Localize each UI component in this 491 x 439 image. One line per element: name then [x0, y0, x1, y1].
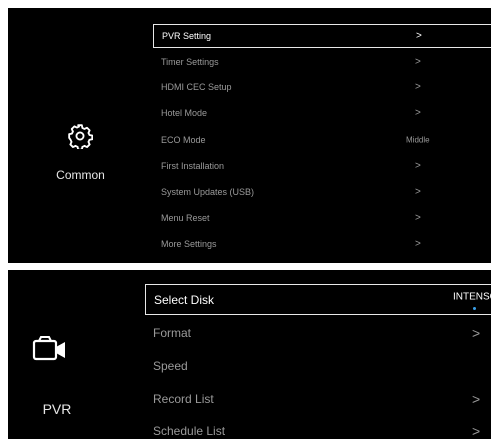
menu-item-speed[interactable]: Speed — [145, 350, 491, 381]
chevron-right-icon: > — [472, 324, 481, 341]
menu-item-hotel-mode[interactable]: Hotel Mode > — [153, 101, 491, 125]
menu-item-label: PVR Setting — [162, 31, 212, 41]
menu-item-label: Record List — [153, 391, 214, 406]
chevron-right-icon: > — [415, 107, 421, 119]
menu-item-label: System Updates (USB) — [161, 187, 255, 197]
menu-item-record-list[interactable]: Record List > — [145, 383, 491, 414]
pvr-settings-panel: PVR Select Disk INTENSO Format > Speed R… — [8, 270, 491, 439]
menu-item-label: Speed — [153, 358, 188, 373]
chevron-right-icon: > — [416, 30, 422, 42]
menu-item-label: Hotel Mode — [161, 108, 208, 118]
chevron-right-icon: > — [415, 81, 421, 93]
category-label-common: Common — [56, 168, 105, 182]
category-area: Common — [8, 8, 153, 263]
gear-icon — [65, 121, 95, 151]
chevron-right-icon: > — [472, 390, 481, 407]
menu-item-hdmi-cec-setup[interactable]: HDMI CEC Setup > — [153, 75, 491, 99]
menu-item-label: ECO Mode — [161, 135, 206, 145]
menu-item-pvr-setting[interactable]: PVR Setting > — [153, 24, 491, 48]
menu-item-select-disk[interactable]: Select Disk INTENSO — [145, 284, 491, 315]
chevron-right-icon: > — [415, 238, 421, 250]
menu-item-label: Format — [153, 325, 192, 340]
category-area: PVR — [8, 270, 145, 439]
video-camera-icon — [30, 333, 70, 365]
menu-item-more-settings[interactable]: More Settings > — [153, 232, 491, 256]
menu-item-schedule-list[interactable]: Schedule List > — [145, 415, 491, 439]
menu-item-label: First Installation — [161, 161, 225, 171]
eco-mode-value: Middle — [406, 135, 430, 145]
menu-item-label: Schedule List — [153, 423, 226, 438]
menu-item-label: Menu Reset — [161, 213, 210, 223]
menu-item-first-installation[interactable]: First Installation > — [153, 154, 491, 178]
chevron-right-icon: > — [415, 160, 421, 172]
menu-item-format[interactable]: Format > — [145, 317, 491, 348]
chevron-right-icon: > — [472, 422, 481, 439]
menu-item-eco-mode[interactable]: ECO Mode Middle — [153, 128, 491, 152]
menu-item-menu-reset[interactable]: Menu Reset > — [153, 206, 491, 230]
category-label-pvr: PVR — [42, 401, 72, 417]
chevron-right-icon: > — [415, 56, 421, 68]
chevron-right-icon: > — [415, 186, 421, 198]
menu-item-label: Timer Settings — [161, 57, 219, 67]
menu-item-label: Select Disk — [154, 292, 215, 307]
chevron-right-icon: > — [415, 212, 421, 224]
menu-item-label: More Settings — [161, 239, 217, 249]
disk-value: INTENSO — [453, 291, 491, 303]
disk-indicator-dot — [473, 307, 476, 310]
menu-item-system-updates-usb[interactable]: System Updates (USB) > — [153, 180, 491, 204]
common-settings-panel: Common PVR Setting > Timer Settings > HD… — [8, 8, 491, 263]
menu-item-timer-settings[interactable]: Timer Settings > — [153, 50, 491, 74]
menu-item-label: HDMI CEC Setup — [161, 82, 232, 92]
